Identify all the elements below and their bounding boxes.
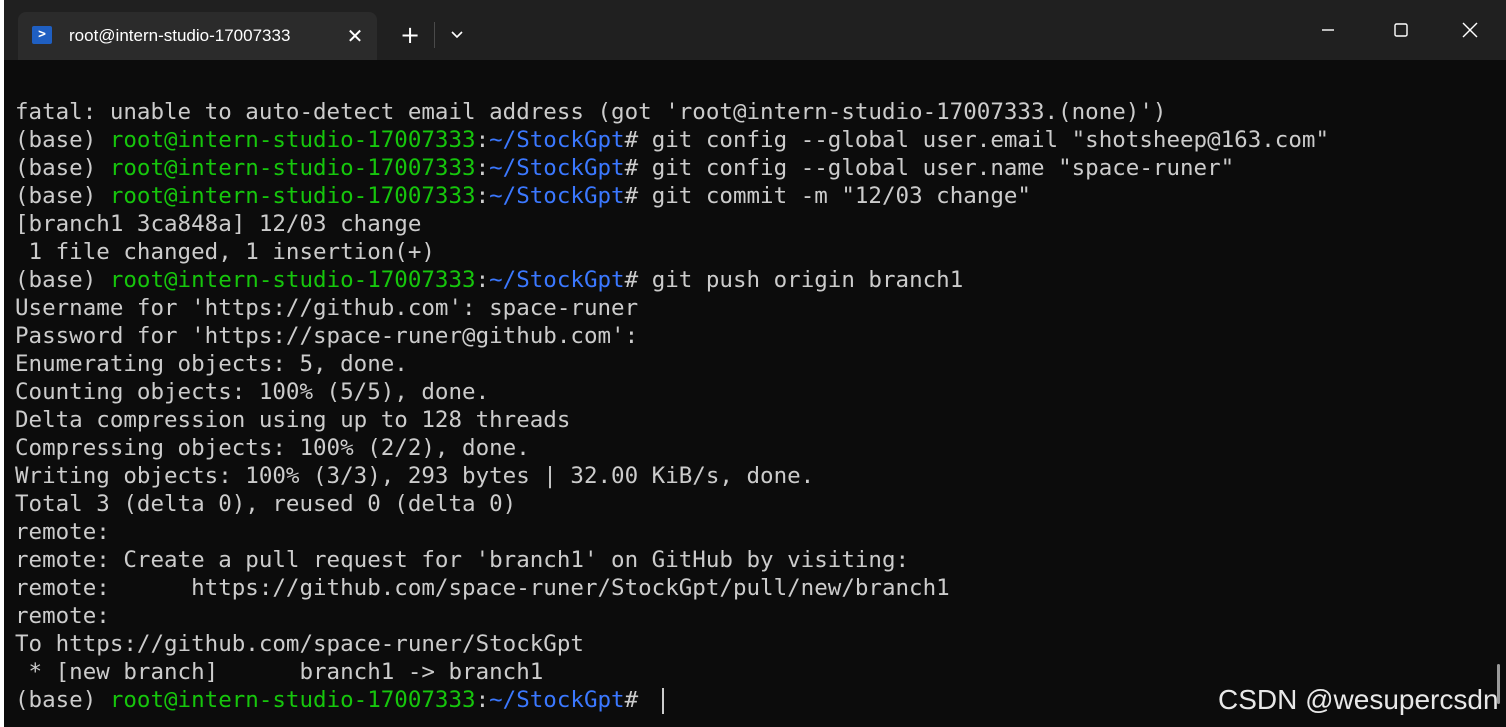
maximize-icon bbox=[1394, 23, 1408, 37]
new-tab-button[interactable]: + bbox=[396, 20, 424, 50]
terminal-line: fatal: unable to auto-detect email addre… bbox=[15, 99, 1167, 125]
tab-divider bbox=[434, 22, 435, 48]
tab-dropdown-button[interactable] bbox=[444, 22, 470, 48]
maximize-button[interactable] bbox=[1383, 12, 1419, 48]
terminal-line: Username for 'https://github.com': space… bbox=[15, 295, 639, 321]
close-window-button[interactable] bbox=[1452, 12, 1488, 48]
text-cursor bbox=[661, 687, 664, 714]
terminal-line: To https://github.com/space-runer/StockG… bbox=[15, 631, 584, 657]
terminal-line: Counting objects: 100% (5/5), done. bbox=[15, 379, 490, 405]
terminal-line: Password for 'https://space-runer@github… bbox=[15, 323, 639, 349]
terminal-line: Enumerating objects: 5, done. bbox=[15, 351, 408, 377]
powershell-icon: > bbox=[32, 26, 52, 44]
terminal-line: 1 file changed, 1 insertion(+) bbox=[15, 239, 435, 265]
title-bar[interactable]: > root@intern-studio-17007333 ✕ + bbox=[4, 0, 1506, 60]
terminal-window: > root@intern-studio-17007333 ✕ + fatal:… bbox=[4, 0, 1506, 727]
terminal-line: Total 3 (delta 0), reused 0 (delta 0) bbox=[15, 491, 517, 517]
chevron-down-icon bbox=[451, 31, 463, 39]
minimize-button[interactable] bbox=[1310, 12, 1346, 48]
terminal-line: (base) root@intern-studio-17007333:~/Sto… bbox=[15, 155, 1235, 181]
terminal-line: (base) root@intern-studio-17007333:~/Sto… bbox=[15, 127, 1329, 153]
terminal-line: remote: Create a pull request for 'branc… bbox=[15, 547, 910, 573]
tab-title: root@intern-studio-17007333 bbox=[69, 26, 291, 45]
terminal-line: Writing objects: 100% (3/3), 293 bytes |… bbox=[15, 463, 815, 489]
watermark: CSDN @wesupercsdn bbox=[1218, 684, 1499, 715]
terminal-line: (base) root@intern-studio-17007333:~/Sto… bbox=[15, 183, 1031, 209]
terminal-line: remote: https://github.com/space-runer/S… bbox=[15, 575, 950, 601]
terminal-line: (base) root@intern-studio-17007333:~/Sto… bbox=[15, 267, 964, 293]
close-icon: ✕ bbox=[346, 24, 364, 48]
close-icon bbox=[1462, 22, 1478, 38]
close-tab-button[interactable]: ✕ bbox=[342, 23, 368, 49]
terminal-line: [branch1 3ca848a] 12/03 change bbox=[15, 211, 422, 237]
terminal-line: remote: bbox=[15, 519, 110, 545]
terminal-output[interactable]: fatal: unable to auto-detect email addre… bbox=[15, 98, 1485, 718]
terminal-line: Compressing objects: 100% (2/2), done. bbox=[15, 435, 530, 461]
terminal-line: Delta compression using up to 128 thread… bbox=[15, 407, 571, 433]
tab-root-session[interactable]: > root@intern-studio-17007333 ✕ bbox=[18, 12, 377, 60]
plus-icon: + bbox=[399, 21, 421, 49]
terminal-line: remote: bbox=[15, 603, 110, 629]
minimize-icon bbox=[1322, 29, 1334, 31]
